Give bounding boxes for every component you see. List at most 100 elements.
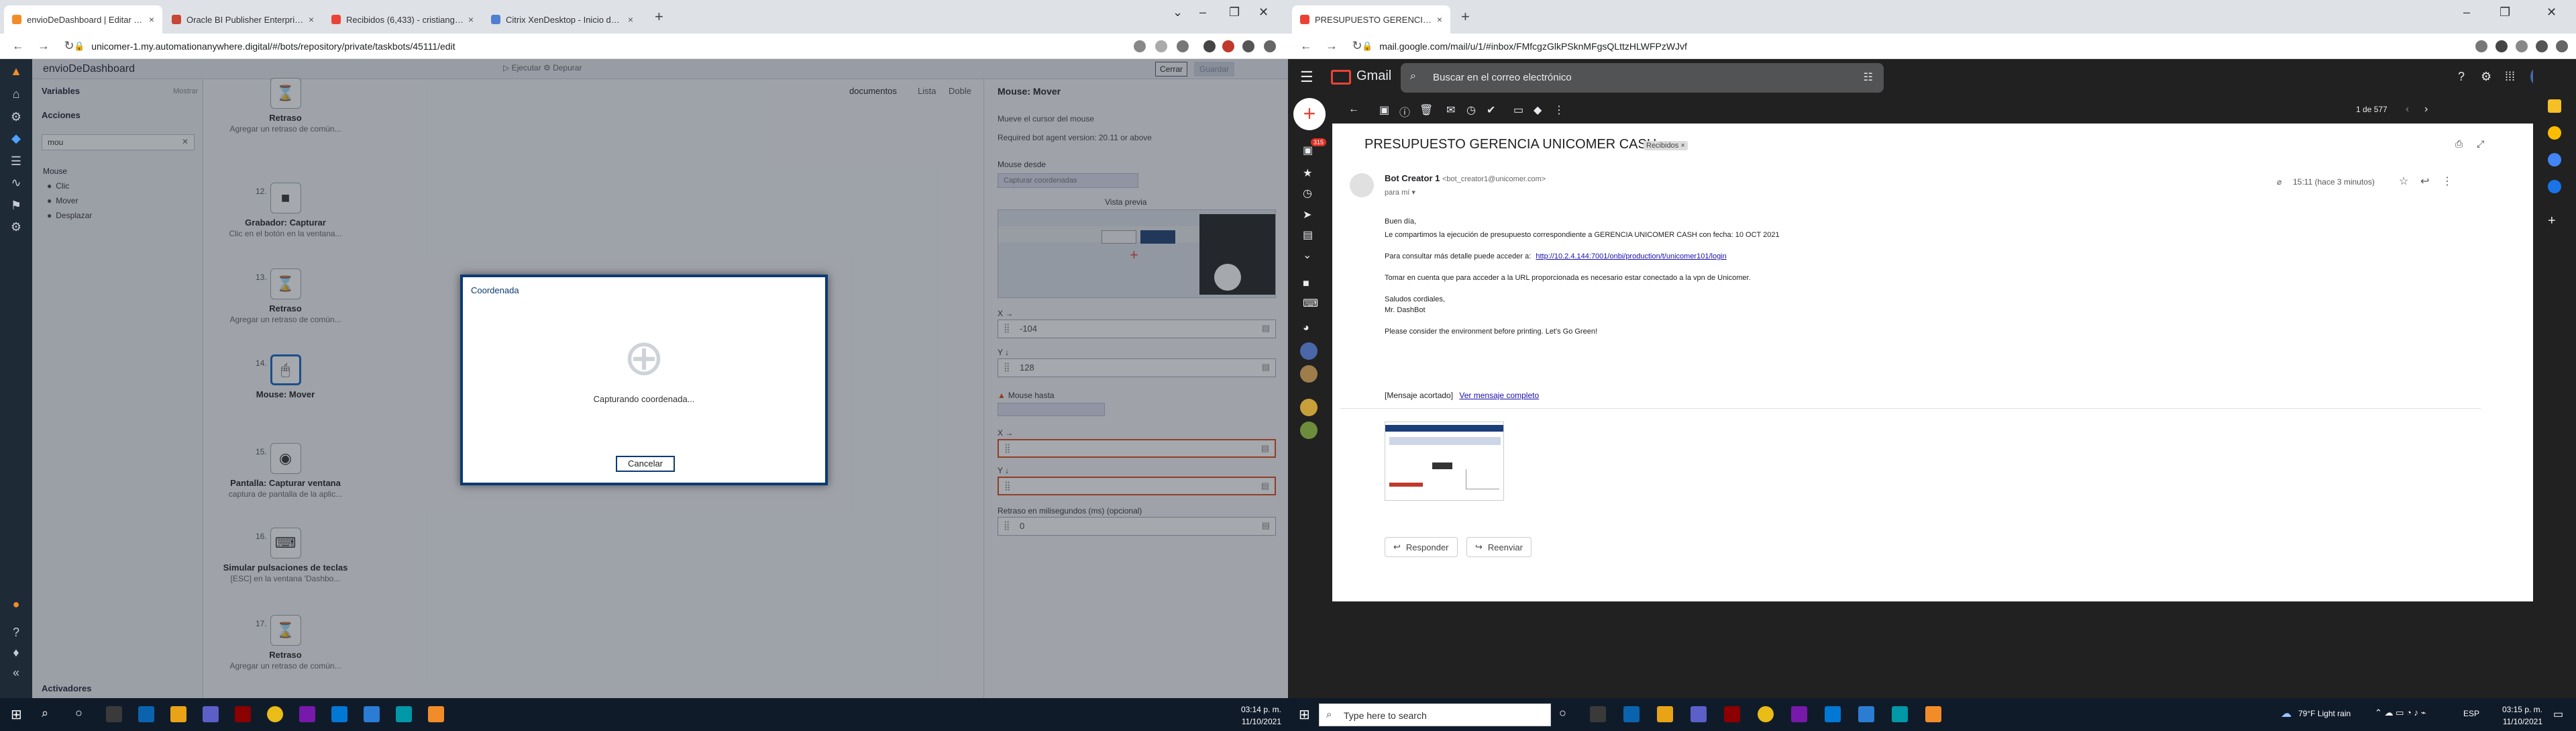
minimize-icon[interactable]: –	[1199, 5, 1206, 19]
close-window-icon[interactable]: ✕	[1258, 5, 1269, 19]
close-tab-icon[interactable]: ×	[468, 14, 474, 25]
monitor-icon[interactable]: ∿	[8, 175, 24, 191]
new-tab-icon[interactable]: +	[655, 8, 663, 26]
back-to-inbox-icon[interactable]: ←	[1348, 103, 1359, 115]
outlook-icon[interactable]	[138, 706, 154, 722]
extension-icon[interactable]	[1203, 40, 1216, 52]
forward-button[interactable]: ↪ Reenviar	[1466, 537, 1532, 557]
full-message-link[interactable]: Ver mensaje completo	[1459, 391, 1539, 400]
inbox-icon[interactable]: ▣	[1303, 144, 1313, 157]
sender-name[interactable]: Bot Creator 1	[1385, 173, 1440, 183]
older-icon[interactable]: ›	[2424, 103, 2428, 115]
puzzle-icon[interactable]	[2516, 40, 2528, 52]
tab-search-icon[interactable]: ⌄	[1173, 5, 1183, 19]
tab-aa-editor[interactable]: envioDeDashboard | Editar Tas... ×	[4, 5, 162, 34]
sent-icon[interactable]: ➤	[1303, 208, 1311, 222]
more-icon[interactable]: ⌄	[1303, 248, 1311, 262]
main-menu-icon[interactable]: ☰	[1300, 68, 1313, 86]
search-options-icon[interactable]: ☷	[1864, 70, 1873, 84]
help-icon[interactable]: ?	[2458, 70, 2465, 84]
profile-avatar[interactable]	[2536, 40, 2548, 52]
task-view-icon[interactable]	[106, 706, 122, 722]
newer-icon[interactable]: ‹	[2406, 103, 2409, 115]
app-icon[interactable]	[396, 706, 412, 722]
app-icon[interactable]	[1892, 706, 1908, 722]
print-icon[interactable]: ⎙	[2455, 138, 2463, 150]
search-icon[interactable]: ⌕	[42, 706, 48, 720]
reply-button[interactable]: ↩ Responder	[1385, 537, 1458, 557]
start-icon[interactable]: ⊞	[11, 706, 22, 723]
onenote-icon[interactable]	[1791, 706, 1807, 722]
weather-icon[interactable]: ☁	[2281, 707, 2292, 720]
extension-icon[interactable]	[1222, 40, 1234, 52]
report-spam-icon[interactable]: ⓘ	[1399, 103, 1410, 119]
automation-icon[interactable]: ◆	[8, 130, 24, 146]
onenote-icon[interactable]	[299, 706, 315, 722]
explorer-icon[interactable]	[170, 706, 186, 722]
start-icon[interactable]: ⊞	[1299, 706, 1310, 723]
taskbar-search-input[interactable]: ⌕ Type here to search	[1319, 703, 1551, 726]
app-icon[interactable]	[364, 706, 380, 722]
tab-gmail-message[interactable]: PRESUPUESTO GERENCIA UNIC... ×	[1292, 5, 1450, 34]
label-icon[interactable]: ◆	[1534, 103, 1542, 117]
notifications-icon[interactable]: ▭	[2553, 708, 2563, 721]
open-new-window-icon[interactable]: ⤢	[2477, 138, 2484, 150]
explorer-icon[interactable]	[1657, 706, 1673, 722]
inbox-label-chip[interactable]: Recibidos ×	[1644, 141, 1688, 150]
app-icon[interactable]	[331, 706, 347, 722]
close-window-icon[interactable]: ✕	[2546, 5, 2557, 19]
close-tab-icon[interactable]: ×	[1437, 14, 1442, 25]
aa-app-icon[interactable]	[1925, 706, 1941, 722]
apps-grid-icon[interactable]: ⁞⁞⁞	[2505, 70, 2515, 84]
activity-icon[interactable]: ☰	[8, 153, 24, 169]
cortana-icon[interactable]: ○	[1559, 706, 1566, 720]
app-icon[interactable]	[1724, 706, 1740, 722]
snoozed-icon[interactable]: ◷	[1303, 187, 1312, 200]
dialog-cancel-button[interactable]: Cancelar	[616, 456, 675, 472]
tray-icons[interactable]: ⌃ ☁ ▭ ◔ ♪ ⌁	[2375, 708, 2426, 718]
extension-icon[interactable]	[2496, 40, 2508, 52]
bookmark-star-icon[interactable]	[1177, 40, 1189, 52]
compose-button[interactable]: +	[1293, 98, 1326, 130]
add-task-icon[interactable]: ✔	[1487, 103, 1495, 117]
weather-text[interactable]: 79°F Light rain	[2298, 709, 2351, 718]
add-addon-icon[interactable]: +	[2548, 213, 2556, 229]
forward-icon[interactable]: →	[36, 39, 51, 53]
url-field[interactable]: 🔒 unicomer-1.my.automationanywhere.digit…	[74, 37, 1120, 56]
url-field[interactable]: 🔒 mail.google.com/mail/u/1/#inbox/FMfcgz…	[1362, 37, 2408, 56]
menu-icon[interactable]	[1264, 40, 1276, 52]
profile-avatar[interactable]	[1242, 40, 1254, 52]
home-icon[interactable]: ⌂	[8, 86, 24, 102]
tasks-icon[interactable]	[2548, 153, 2561, 166]
report-link[interactable]: http://10.2.4.144:7001/onbi/production/t…	[1536, 252, 1726, 260]
close-tab-icon[interactable]: ×	[628, 14, 633, 25]
bots-icon[interactable]: ⚙	[8, 109, 24, 125]
bookmark-star-icon[interactable]	[2475, 40, 2487, 52]
back-icon[interactable]: ←	[11, 39, 25, 53]
lock-icon[interactable]: 🔒	[74, 41, 85, 52]
app-icon[interactable]	[235, 706, 251, 722]
app-icon[interactable]	[1825, 706, 1841, 722]
snooze-icon[interactable]: ◷	[1466, 103, 1476, 117]
notifications-icon[interactable]: ♦	[8, 644, 24, 661]
task-view-icon[interactable]	[1590, 706, 1606, 722]
delete-icon[interactable]: 🗑	[1419, 103, 1433, 117]
teams-icon[interactable]	[203, 706, 219, 722]
keep-icon[interactable]	[2548, 126, 2561, 140]
mail-search-input[interactable]: ⌕ Buscar en el correo electrónico ☷	[1401, 63, 1884, 93]
forward-icon[interactable]: →	[1324, 39, 1339, 53]
lock-icon[interactable]: 🔒	[1362, 41, 1373, 52]
share-icon[interactable]	[1155, 40, 1167, 52]
chat-avatar[interactable]	[1300, 342, 1318, 360]
help-icon[interactable]: ?	[8, 624, 24, 640]
close-tab-icon[interactable]: ×	[149, 14, 154, 25]
tab-oracle-bi[interactable]: Oracle BI Publisher Enterprise Lo... ×	[164, 5, 322, 34]
tab-gmail-inbox[interactable]: Recibidos (6,433) - cristiangom... ×	[323, 5, 482, 34]
more-options-icon[interactable]: ⋮	[1554, 103, 1564, 117]
gmail-brand[interactable]: Gmail	[1356, 68, 1391, 84]
more-actions-icon[interactable]: ⋮	[2442, 175, 2453, 188]
calendar-icon[interactable]	[2548, 99, 2561, 113]
close-tab-icon[interactable]: ×	[309, 14, 314, 25]
teams-icon[interactable]	[1690, 706, 1707, 722]
settings-icon[interactable]: ⚙	[8, 219, 24, 235]
